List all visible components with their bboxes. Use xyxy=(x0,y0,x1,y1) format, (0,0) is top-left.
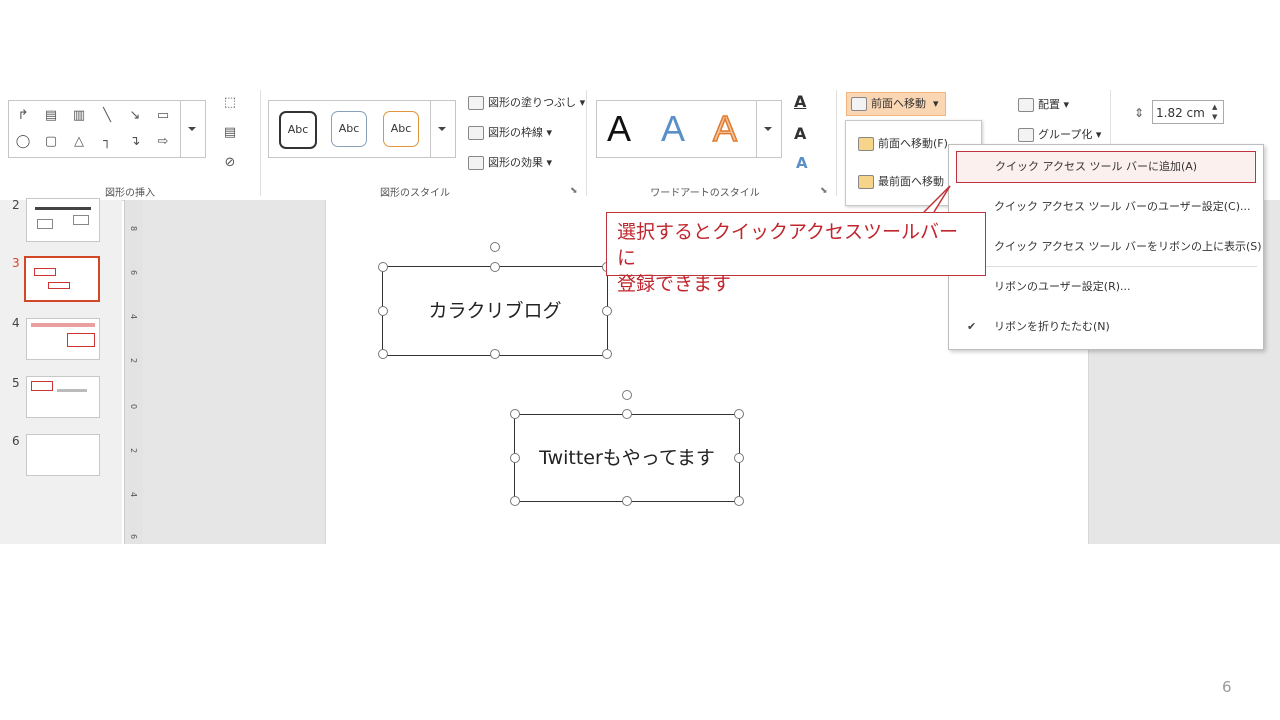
callout-line-1: 選択するとクイックアクセスツールバーに xyxy=(617,221,959,269)
annotation-callout: 選択するとクイックアクセスツールバーに 登録できます xyxy=(606,212,986,295)
callout-line-2: 登録できます xyxy=(617,273,732,295)
callout-pointer xyxy=(923,185,951,213)
callout-pointer-line xyxy=(923,185,951,213)
page-number: 6 xyxy=(1222,678,1232,696)
